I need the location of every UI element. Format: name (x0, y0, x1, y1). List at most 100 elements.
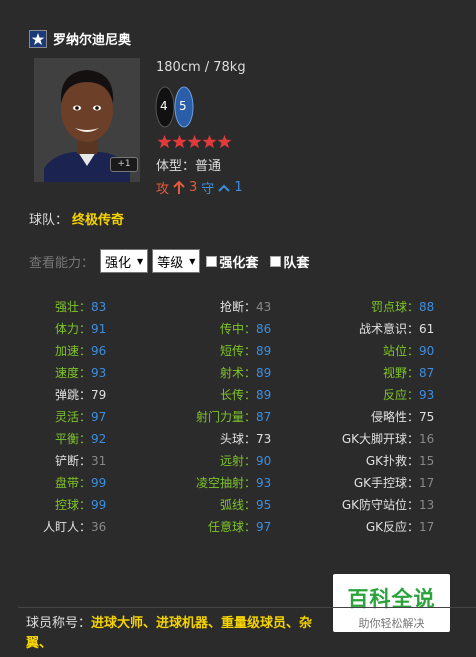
stat-value: 16 (419, 432, 435, 446)
stat-label: 盘带： (54, 476, 91, 490)
stat-label: 体力： (54, 322, 91, 336)
stat-label: 抢断： (219, 300, 256, 314)
stat-value: 93 (256, 476, 272, 490)
stat-value: 99 (91, 476, 107, 490)
team-label: 球队： (29, 213, 69, 228)
dropdown-arrow-icon: ▼ (189, 256, 196, 266)
stat-row: 盘带：99 (0, 472, 113, 494)
nation-flag-icon (29, 29, 47, 48)
stat-value: 73 (256, 432, 272, 446)
star-icon (187, 134, 202, 149)
stat-row: GK防守站位：13 (281, 494, 441, 516)
height-weight: 180cm / 78kg (156, 60, 246, 75)
stat-label: 传中： (219, 322, 256, 336)
stat-value: 31 (91, 454, 107, 468)
stat-value: 97 (256, 520, 272, 534)
stat-row: 视野：87 (281, 362, 441, 384)
enhance-set-label: 强化套 (219, 255, 259, 271)
stat-row: 侵略性：75 (281, 406, 441, 428)
stat-value: 89 (256, 388, 272, 402)
enhance-select[interactable]: 强化 ▼ (100, 249, 149, 273)
stat-label: 战术意识： (358, 322, 419, 336)
stat-label: 短传： (219, 344, 256, 358)
stat-row: 速度：93 (0, 362, 113, 384)
watermark-title: 百科全说 (347, 587, 436, 611)
left-foot-value: 4 (160, 99, 168, 113)
stat-row: 加速：96 (0, 340, 113, 362)
stat-row: 长传：89 (118, 384, 278, 406)
level-select-value: 等级 (157, 255, 184, 271)
stat-row: 灵活：97 (0, 406, 113, 428)
star-icon (217, 134, 232, 149)
stat-row: 远射：90 (118, 450, 278, 472)
stat-value: 89 (256, 344, 272, 358)
stat-label: GK手控球： (353, 476, 419, 490)
star-rating (157, 134, 232, 149)
stat-value: 88 (419, 300, 435, 314)
stat-value: 96 (91, 344, 107, 358)
team-set-label: 队套 (283, 255, 310, 271)
feet-ability: 4 5 (154, 85, 198, 129)
stat-value: 75 (419, 410, 435, 424)
stat-label: 远射： (219, 454, 256, 468)
stats-column-3: 罚点球：88 战术意识：61 站位：90 视野：87 反应：93 侵略性：75 … (281, 296, 441, 538)
stat-value: 99 (91, 498, 107, 512)
ability-filter: 查看能力： 强化 ▼ 等级 ▼ 强化套 队套 (29, 249, 319, 273)
stats-column-2: 抢断：43 传中：86 短传：89 射术：89 长传：89 射门力量：87 头球… (118, 296, 278, 538)
stat-value: 17 (419, 476, 435, 490)
stat-row: 反应：93 (281, 384, 441, 406)
stat-label: 灵活： (54, 410, 91, 424)
stat-label: 速度： (54, 366, 91, 380)
stat-label: 铲断： (54, 454, 91, 468)
team-name[interactable]: 终极传奇 (72, 213, 124, 228)
stat-label: 射术： (219, 366, 256, 380)
stat-label: 人盯人： (42, 520, 91, 534)
stat-value: 92 (91, 432, 107, 446)
stat-label: 射门力量： (195, 410, 256, 424)
stat-row: 短传：89 (118, 340, 278, 362)
stat-value: 61 (419, 322, 435, 336)
stat-label: 弹跳： (54, 388, 91, 402)
stat-label: GK扑救： (365, 454, 419, 468)
stat-row: 任意球：97 (118, 516, 278, 538)
stat-value: 93 (91, 366, 107, 380)
stat-label: GK反应： (365, 520, 419, 534)
stat-row: GK大脚开球：16 (281, 428, 441, 450)
stat-label: 侵略性： (370, 410, 419, 424)
stat-row: GK扑救：15 (281, 450, 441, 472)
stat-row: 射门力量：87 (118, 406, 278, 428)
player-name: 罗纳尔迪尼奥 (53, 33, 132, 48)
stat-label: 视野： (382, 366, 419, 380)
attack-defense: 攻 3 守 1 (156, 178, 243, 197)
level-select[interactable]: 等级 ▼ (152, 249, 201, 273)
stat-value: 93 (419, 388, 435, 402)
enhance-select-value: 强化 (105, 255, 132, 271)
stat-label: 反应： (382, 388, 419, 402)
team-set-checkbox[interactable] (270, 255, 282, 267)
section-divider (18, 607, 476, 608)
nickname-values: 进球大师、进球机器、重量级球员、杂 (91, 616, 313, 631)
right-foot-value: 5 (179, 99, 187, 113)
enhance-set-checkbox[interactable] (206, 255, 218, 267)
stat-row: 强壮：83 (0, 296, 113, 318)
stat-row: 传中：86 (118, 318, 278, 340)
stat-label: 罚点球： (370, 300, 419, 314)
stat-row: 铲断：31 (0, 450, 113, 472)
nickname-label: 球员称号： (26, 616, 92, 631)
stat-label: 站位： (382, 344, 419, 358)
stat-label: GK大脚开球： (341, 432, 419, 446)
stat-value: 86 (256, 322, 272, 336)
stat-value: 79 (91, 388, 107, 402)
stat-row: 凌空抽射：93 (118, 472, 278, 494)
player-nicknames: 球员称号：进球大师、进球机器、重量级球员、杂 翼、 (26, 614, 476, 654)
stat-row: 控球：99 (0, 494, 113, 516)
stat-row: GK反应：17 (281, 516, 441, 538)
stat-label: 任意球： (207, 520, 256, 534)
stat-value: 95 (256, 498, 272, 512)
stat-label: GK防守站位： (341, 498, 419, 512)
stats-column-1: 强壮：83 体力：91 加速：96 速度：93 弹跳：79 灵活：97 平衡：9… (0, 296, 113, 538)
stat-value: 83 (91, 300, 107, 314)
attack-value: 3 (189, 180, 198, 195)
stat-value: 90 (419, 344, 435, 358)
stat-label: 凌空抽射： (195, 476, 256, 490)
